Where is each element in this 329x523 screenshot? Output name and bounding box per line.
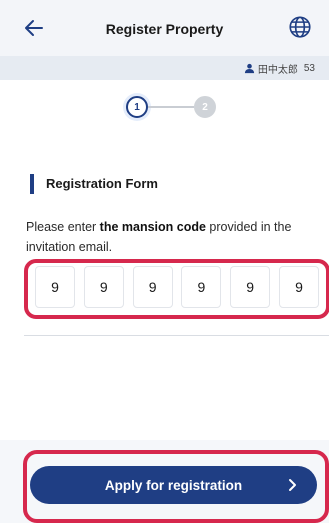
- code-digit-2[interactable]: 9: [83, 266, 124, 308]
- instruction-text: Please enter the mansion code provided i…: [26, 217, 306, 257]
- instruction-bold: the mansion code: [99, 220, 206, 234]
- header-bar: Register Property: [0, 0, 329, 56]
- step-1-indicator: 1: [126, 96, 148, 118]
- user-id: 53: [303, 62, 315, 74]
- code-digit-6[interactable]: 9: [278, 266, 319, 308]
- step-connector: [148, 106, 194, 108]
- code-digit-3[interactable]: 9: [132, 266, 173, 308]
- app-screen: Register Property 田中太郎 53 1 2 Registrati…: [0, 0, 329, 523]
- code-digit-1[interactable]: 9: [35, 266, 75, 308]
- back-arrow-icon[interactable]: [22, 16, 46, 40]
- stepper: 1 2: [126, 94, 226, 124]
- code-digit-4[interactable]: 9: [181, 266, 222, 308]
- instruction-before: Please enter: [26, 220, 100, 234]
- apply-button-label: Apply for registration: [104, 477, 243, 493]
- code-digit-5[interactable]: 9: [230, 266, 271, 308]
- section-title: Registration Form: [30, 174, 158, 194]
- globe-icon[interactable]: [287, 14, 313, 40]
- divider: [24, 335, 329, 336]
- chevron-right-icon: [283, 476, 301, 494]
- page-title: Register Property: [105, 21, 224, 37]
- user-icon: [244, 63, 255, 74]
- apply-button[interactable]: Apply for registration: [30, 466, 317, 504]
- step-2-indicator: 2: [194, 96, 216, 118]
- mansion-code-input: 9 9 9 9 9 9: [35, 266, 319, 308]
- user-info-bar: 田中太郎 53: [0, 56, 329, 80]
- user-name: 田中太郎: [257, 64, 298, 76]
